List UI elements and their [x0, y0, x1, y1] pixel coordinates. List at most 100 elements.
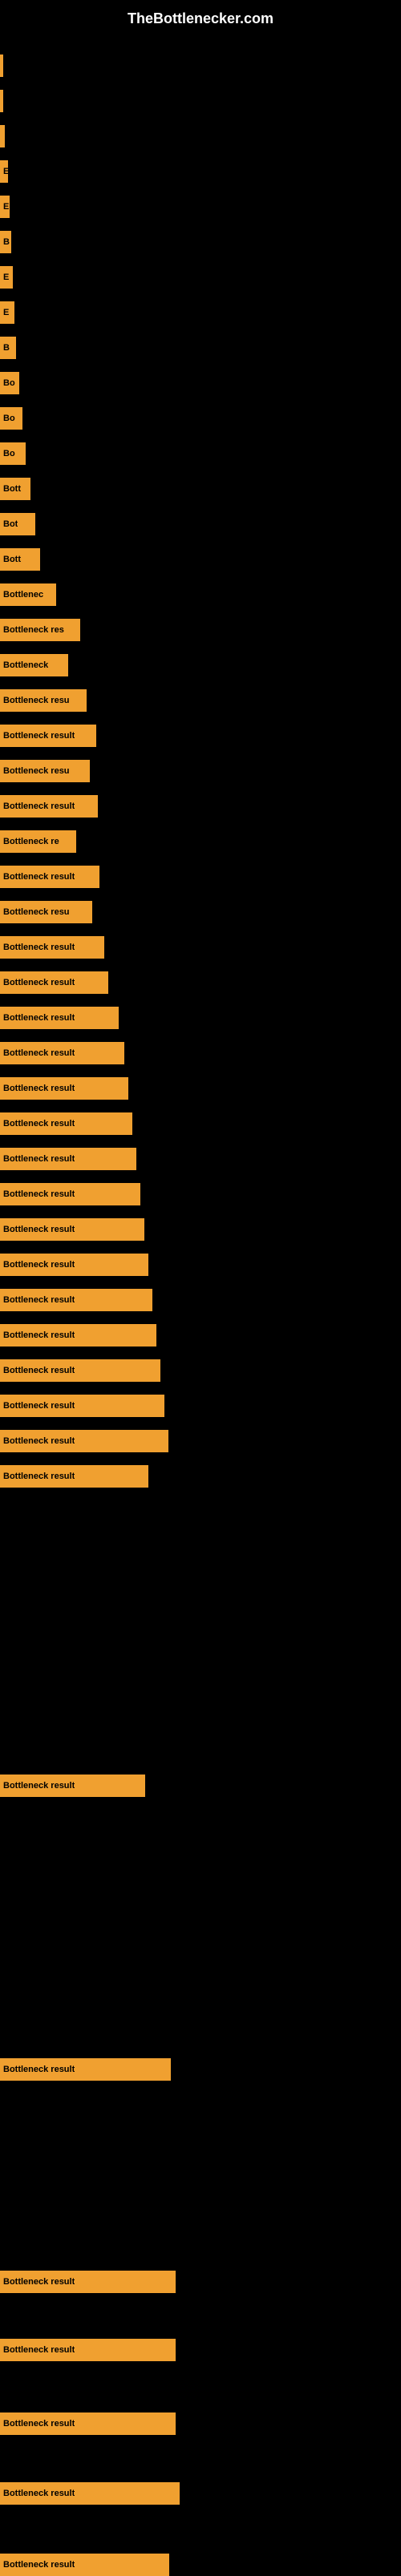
bar-10: Bo — [0, 407, 22, 430]
bar-label-5: B — [3, 237, 10, 247]
bar-19: Bottleneck result — [0, 725, 96, 747]
bar-label-25: Bottleneck result — [3, 943, 75, 952]
bar-label-14: Bott — [3, 555, 21, 564]
bar-label-8: B — [3, 343, 10, 353]
bar-label-10: Bo — [3, 414, 15, 423]
bar-32: Bottleneck result — [0, 1183, 140, 1205]
bar-label-11: Bo — [3, 449, 15, 458]
bar-row-47: Bottleneck result — [0, 2547, 401, 2576]
bar-row-36: Bottleneck result — [0, 1318, 401, 1347]
bar-row-28: Bottleneck result — [0, 1036, 401, 1064]
bar-label-27: Bottleneck result — [3, 1013, 75, 1023]
bar-7: E — [0, 301, 14, 324]
bar-label-3: E — [3, 167, 8, 176]
bar-row-20: Bottleneck resu — [0, 753, 401, 782]
bar-row-5: B — [0, 224, 401, 253]
bar-8: B — [0, 337, 16, 359]
bar-label-39: Bottleneck result — [3, 1436, 75, 1446]
bar-37: Bottleneck result — [0, 1359, 160, 1382]
bar-label-38: Bottleneck result — [3, 1401, 75, 1411]
bar-label-19: Bottleneck result — [3, 731, 75, 741]
bar-row-11: Bo — [0, 436, 401, 465]
bar-row-40: Bottleneck result — [0, 1459, 401, 1488]
bar-row-17: Bottleneck — [0, 648, 401, 676]
bar-row-24: Bottleneck resu — [0, 894, 401, 923]
bar-label-28: Bottleneck result — [3, 1048, 75, 1058]
bar-label-31: Bottleneck result — [3, 1154, 75, 1164]
bar-33: Bottleneck result — [0, 1218, 144, 1241]
bar-row-37: Bottleneck result — [0, 1353, 401, 1382]
bar-row-39: Bottleneck result — [0, 1423, 401, 1452]
bar-14: Bott — [0, 548, 40, 571]
bar-label-35: Bottleneck result — [3, 1295, 75, 1305]
bar-label-21: Bottleneck result — [3, 801, 75, 811]
bar-label-34: Bottleneck result — [3, 1260, 75, 1270]
bar-row-25: Bottleneck result — [0, 930, 401, 959]
bar-12: Bott — [0, 478, 30, 500]
bar-label-37: Bottleneck result — [3, 1366, 75, 1375]
bar-17: Bottleneck — [0, 654, 68, 676]
bar-row-38: Bottleneck result — [0, 1388, 401, 1417]
bar-36: Bottleneck result — [0, 1324, 156, 1347]
bar-20: Bottleneck resu — [0, 760, 90, 782]
bar-label-13: Bot — [3, 519, 18, 529]
bar-row-9: Bo — [0, 365, 401, 394]
bar-2 — [0, 125, 5, 147]
bar-22: Bottleneck re — [0, 830, 76, 853]
bar-label-44: Bottleneck result — [3, 2345, 75, 2355]
bar-row-7: E — [0, 295, 401, 324]
bar-27: Bottleneck result — [0, 1007, 119, 1029]
bar-row-21: Bottleneck result — [0, 789, 401, 818]
bar-row-8: B — [0, 330, 401, 359]
bar-row-46: Bottleneck result — [0, 2476, 401, 2505]
bar-0 — [0, 55, 3, 77]
bar-21: Bottleneck result — [0, 795, 98, 818]
bar-row-32: Bottleneck result — [0, 1177, 401, 1205]
bar-label-4: E — [3, 202, 9, 212]
bar-label-29: Bottleneck result — [3, 1084, 75, 1093]
bar-35: Bottleneck result — [0, 1289, 152, 1311]
bar-40: Bottleneck result — [0, 1465, 148, 1488]
bar-row-2 — [0, 119, 401, 147]
bar-label-23: Bottleneck result — [3, 872, 75, 882]
bar-row-19: Bottleneck result — [0, 718, 401, 747]
bar-44: Bottleneck result — [0, 2339, 176, 2361]
bar-label-22: Bottleneck re — [3, 837, 59, 846]
bar-row-23: Bottleneck result — [0, 859, 401, 888]
bar-label-30: Bottleneck result — [3, 1119, 75, 1129]
bar-label-43: Bottleneck result — [3, 2277, 75, 2287]
bar-43: Bottleneck result — [0, 2271, 176, 2293]
bar-5: B — [0, 231, 11, 253]
bar-label-16: Bottleneck res — [3, 625, 64, 635]
bar-label-6: E — [3, 273, 9, 282]
bar-label-18: Bottleneck resu — [3, 696, 70, 705]
bar-row-42: Bottleneck result — [0, 2052, 401, 2081]
bar-11: Bo — [0, 442, 26, 465]
bar-label-45: Bottleneck result — [3, 2419, 75, 2429]
bar-label-9: Bo — [3, 378, 15, 388]
bar-25: Bottleneck result — [0, 936, 104, 959]
bar-45: Bottleneck result — [0, 2412, 176, 2435]
bar-31: Bottleneck result — [0, 1148, 136, 1170]
bar-label-32: Bottleneck result — [3, 1189, 75, 1199]
bar-3: E — [0, 160, 8, 183]
bar-row-34: Bottleneck result — [0, 1247, 401, 1276]
bar-label-33: Bottleneck result — [3, 1225, 75, 1234]
bar-label-42: Bottleneck result — [3, 2065, 75, 2074]
bar-row-10: Bo — [0, 401, 401, 430]
bar-34: Bottleneck result — [0, 1254, 148, 1276]
bar-row-27: Bottleneck result — [0, 1000, 401, 1029]
bar-18: Bottleneck resu — [0, 689, 87, 712]
bar-42: Bottleneck result — [0, 2058, 171, 2081]
bar-row-1 — [0, 83, 401, 112]
bar-38: Bottleneck result — [0, 1395, 164, 1417]
bar-row-29: Bottleneck result — [0, 1071, 401, 1100]
bar-row-6: E — [0, 260, 401, 289]
bar-13: Bot — [0, 513, 35, 535]
bar-row-14: Bott — [0, 542, 401, 571]
bar-label-24: Bottleneck resu — [3, 907, 70, 917]
bar-30: Bottleneck result — [0, 1112, 132, 1135]
site-title: TheBottlenecker.com — [0, 4, 401, 34]
bar-39: Bottleneck result — [0, 1430, 168, 1452]
bar-23: Bottleneck result — [0, 866, 99, 888]
